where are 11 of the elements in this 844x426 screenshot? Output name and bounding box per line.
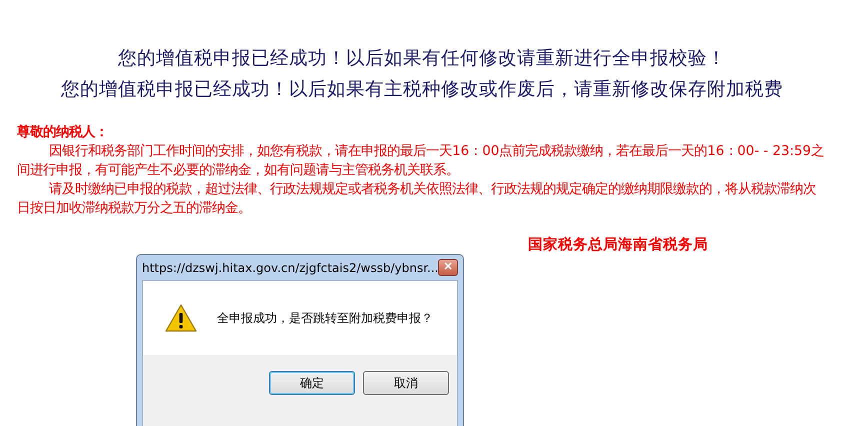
notice-title: 尊敬的纳税人：	[17, 123, 109, 142]
notice-paragraph: 因银行和税务部门工作时间的安排，如您有税款，请在申报的最后一天16：00点前完成税款缴纳，若在最后一天的16：00- - 23:59之间进行申报，有可能产生不必要的滞纳金，如有问题请与主管税务机关联系。	[17, 142, 826, 180]
heading-text: 您的增值税申报已经成功！以后如果有主税种修改或作废后，请重新修改保存附加税费	[60, 78, 784, 102]
notice-paragraph: 请及时缴纳已申报的税款，超过法律、行政法规规定或者税务机关依照法律、行政法规的规定确定的缴纳期限缴款的，将从税款滞纳次日按日加收滞纳税款万分之五的滞纳金。	[17, 180, 818, 218]
warning-icon	[165, 304, 197, 332]
dialog-button[interactable]: 确定	[269, 371, 355, 395]
dialog-title: https://dzswj.hitax.gov.cn/zjgfctais2/wssb/ybnsr...	[142, 260, 438, 274]
dialog-message: 全申报成功，是否跳转至附加税费申报？	[217, 310, 433, 326]
signature-text: 国家税务总局海南省税务局	[528, 235, 709, 254]
heading-text: 您的增值税申报已经成功！以后如果有任何修改请重新进行全申报校验！	[117, 47, 727, 71]
dialog-button[interactable]: 取消	[363, 371, 449, 395]
